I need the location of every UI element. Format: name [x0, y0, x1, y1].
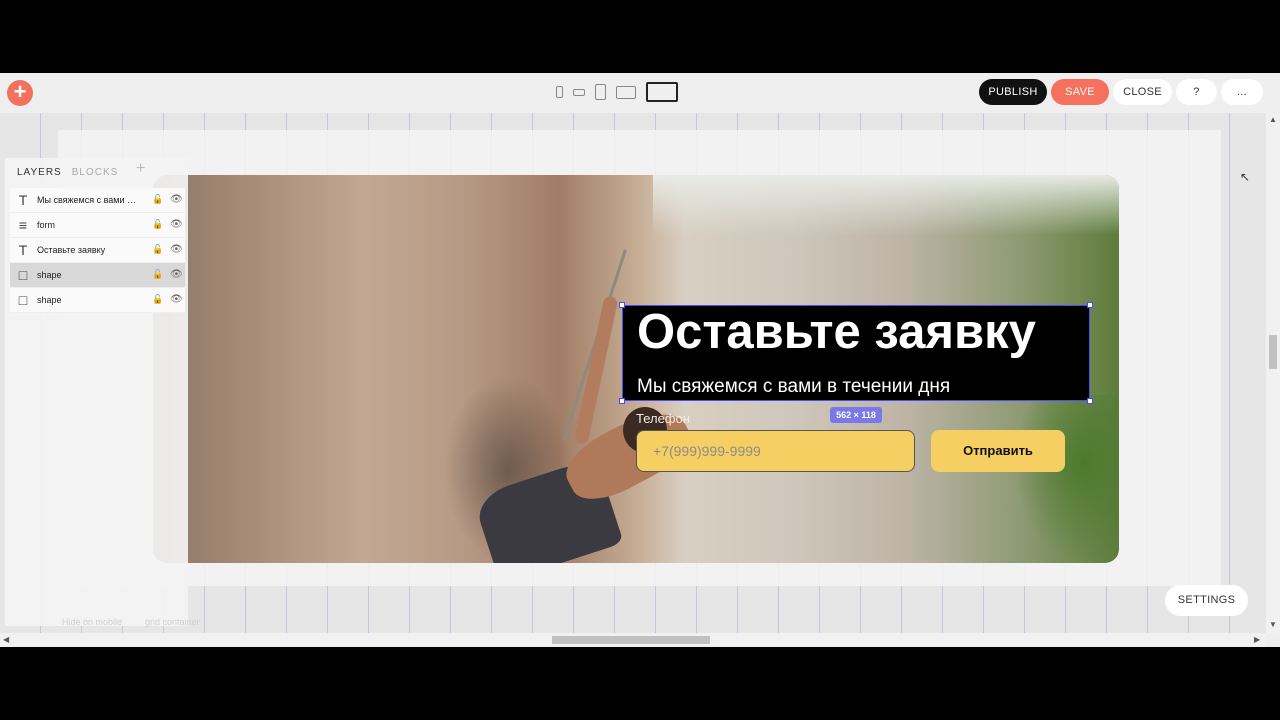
publish-button[interactable]: PUBLISH [979, 79, 1047, 105]
unlock-icon[interactable]: 🔓 [152, 244, 163, 255]
text-layer-icon: T [18, 192, 28, 208]
scroll-down-icon[interactable]: ▼ [1269, 620, 1277, 629]
vertical-scrollbar[interactable]: ▲ ▼ [1266, 113, 1280, 633]
size-badge: 562 × 118 [830, 407, 882, 423]
resize-handle-tl[interactable] [619, 302, 625, 308]
editor-window: + PUBLISH SAVE CLOSE ? ... Оставьте заяв… [0, 73, 1280, 647]
layer-name: shape [37, 295, 62, 305]
layer-name: Оставьте заявку [37, 245, 106, 255]
resize-handle-tr[interactable] [1087, 302, 1093, 308]
unlock-icon[interactable]: 🔓 [152, 219, 163, 230]
layer-item[interactable]: T Мы свяжемся с вами в... 🔓 👁 [10, 188, 185, 213]
eye-icon[interactable]: 👁 [170, 219, 183, 230]
form-layer-icon: ≡ [18, 217, 28, 233]
selected-text-block[interactable]: Оставьте заявку Мы свяжемся с вами в теч… [619, 302, 1093, 404]
close-button[interactable]: CLOSE [1113, 79, 1172, 105]
layer-name: Мы свяжемся с вами в... [37, 195, 137, 205]
top-toolbar: + PUBLISH SAVE CLOSE ? ... [0, 73, 1280, 113]
image-sky [653, 175, 1119, 235]
shape-layer-icon: □ [18, 292, 28, 308]
layers-panel: LAYERS BLOCKS + T Мы свяжемся с вами в..… [5, 158, 188, 626]
unlock-icon[interactable]: 🔓 [152, 269, 163, 280]
shape-layer-icon: □ [18, 267, 28, 283]
horizontal-scroll-thumb[interactable] [552, 636, 710, 644]
desktop-icon[interactable] [646, 82, 678, 102]
settings-button[interactable]: SETTINGS [1165, 585, 1248, 616]
layer-item[interactable]: ≡ form 🔓 👁 [10, 213, 185, 238]
submit-button[interactable]: Отправить [931, 430, 1065, 472]
mouse-cursor-icon: ↖ [1240, 170, 1251, 184]
eye-icon[interactable]: 👁 [170, 269, 183, 280]
eye-icon[interactable]: 👁 [170, 244, 183, 255]
hero-subtitle[interactable]: Мы свяжемся с вами в течении дня [637, 376, 950, 398]
resize-handle-bl[interactable] [619, 398, 625, 404]
layer-name: form [37, 220, 55, 230]
scroll-left-icon[interactable]: ◀ [3, 635, 9, 644]
tab-blocks[interactable]: BLOCKS [72, 167, 119, 178]
text-layer-icon: T [18, 242, 28, 258]
save-button[interactable]: SAVE [1051, 79, 1109, 105]
add-layer-icon[interactable]: + [136, 160, 145, 178]
scroll-up-icon[interactable]: ▲ [1269, 115, 1277, 124]
phone-label: Телефон [636, 411, 690, 426]
vertical-scroll-thumb[interactable] [1269, 335, 1277, 369]
plus-icon: + [13, 79, 27, 104]
layer-list: T Мы свяжемся с вами в... 🔓 👁 ≡ form 🔓 👁… [10, 188, 185, 313]
hero-title[interactable]: Оставьте заявку [637, 304, 1036, 360]
scroll-right-icon[interactable]: ▶ [1254, 635, 1260, 644]
layer-item[interactable]: □ shape 🔓 👁 [10, 288, 185, 313]
image-climber-arm [573, 295, 619, 445]
grid-container-label[interactable]: grid container [145, 617, 200, 627]
eye-icon[interactable]: 👁 [170, 194, 183, 205]
layer-item-selected[interactable]: □ shape 🔓 👁 [10, 263, 185, 288]
tab-layers[interactable]: LAYERS [17, 167, 62, 178]
unlock-icon[interactable]: 🔓 [152, 194, 163, 205]
canvas-workspace[interactable]: Оставьте заявку Мы свяжемся с вами в теч… [0, 113, 1266, 633]
tablet-landscape-icon[interactable] [616, 85, 636, 99]
layer-name: shape [37, 270, 62, 280]
image-foliage [1013, 395, 1119, 563]
resize-handle-br[interactable] [1087, 398, 1093, 404]
mobile-portrait-icon[interactable] [556, 86, 563, 98]
phone-input[interactable]: +7(999)999-9999 [636, 430, 915, 472]
add-block-button[interactable]: + [7, 80, 33, 106]
panel-tabs: LAYERS BLOCKS [17, 167, 118, 178]
eye-icon[interactable]: 👁 [170, 294, 183, 305]
tablet-portrait-icon[interactable] [595, 84, 606, 100]
device-switcher [556, 79, 678, 105]
layer-item[interactable]: T Оставьте заявку 🔓 👁 [10, 238, 185, 263]
hide-on-mobile-label[interactable]: Hide on mobile [62, 617, 122, 627]
horizontal-scrollbar[interactable]: ◀ ▶ [0, 633, 1266, 647]
unlock-icon[interactable]: 🔓 [152, 294, 163, 305]
help-button[interactable]: ? [1176, 79, 1217, 105]
more-button[interactable]: ... [1221, 79, 1263, 105]
mobile-landscape-icon[interactable] [573, 88, 585, 96]
